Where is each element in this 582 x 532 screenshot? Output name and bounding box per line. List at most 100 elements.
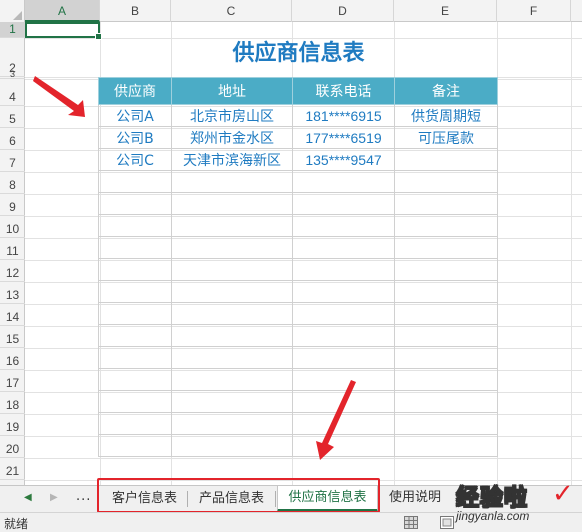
empty-cell[interactable] <box>394 214 498 237</box>
empty-cell[interactable] <box>394 302 498 325</box>
select-all-corner[interactable] <box>0 0 25 22</box>
column-header-f[interactable]: F <box>497 0 571 22</box>
cell-notes[interactable] <box>394 148 498 171</box>
worksheet[interactable]: A B C D E F 1 2 3 4 5 6 7 8 9 10 11 12 1… <box>0 0 582 485</box>
tab-usage-guide[interactable]: 使用说明 <box>389 486 441 512</box>
row-header[interactable]: 20 <box>0 436 25 458</box>
cell-supplier[interactable]: 公司C <box>98 148 172 171</box>
empty-cell[interactable] <box>98 258 172 281</box>
empty-cell[interactable] <box>292 412 395 435</box>
empty-cell[interactable] <box>98 346 172 369</box>
row-header[interactable]: 17 <box>0 370 25 392</box>
row-header[interactable]: 11 <box>0 238 25 260</box>
empty-cell[interactable] <box>171 412 293 435</box>
empty-cell[interactable] <box>292 434 395 457</box>
row-header[interactable]: 7 <box>0 150 25 172</box>
header-cell-notes[interactable]: 备注 <box>394 77 498 105</box>
empty-cell[interactable] <box>171 302 293 325</box>
empty-cell[interactable] <box>98 214 172 237</box>
empty-cell[interactable] <box>292 192 395 215</box>
cell-notes[interactable]: 供货周期短 <box>394 104 498 127</box>
empty-cell[interactable] <box>171 192 293 215</box>
more-sheets-button[interactable]: ... <box>76 489 91 504</box>
cell-phone[interactable]: 177****6519 <box>292 126 395 149</box>
empty-cell[interactable] <box>394 236 498 259</box>
empty-cell[interactable] <box>292 346 395 369</box>
empty-cell[interactable] <box>292 368 395 391</box>
empty-cell[interactable] <box>394 258 498 281</box>
empty-cell[interactable] <box>171 170 293 193</box>
row-header[interactable]: 6 <box>0 128 25 150</box>
empty-cell[interactable] <box>292 324 395 347</box>
column-header-e[interactable]: E <box>394 0 497 22</box>
empty-cell[interactable] <box>394 324 498 347</box>
row-header[interactable]: 1 <box>0 22 25 38</box>
active-cell-a1[interactable] <box>25 22 102 40</box>
empty-cell[interactable] <box>292 236 395 259</box>
empty-cell[interactable] <box>394 346 498 369</box>
empty-cell[interactable] <box>171 368 293 391</box>
cell-supplier[interactable]: 公司A <box>98 104 172 127</box>
empty-cell[interactable] <box>98 236 172 259</box>
normal-view-icon[interactable] <box>404 516 418 529</box>
empty-cell[interactable] <box>292 280 395 303</box>
empty-cell[interactable] <box>292 390 395 413</box>
empty-cell[interactable] <box>98 434 172 457</box>
empty-cell[interactable] <box>98 192 172 215</box>
cell-address[interactable]: 郑州市金水区 <box>171 126 293 149</box>
row-header[interactable]: 8 <box>0 172 25 194</box>
header-cell-address[interactable]: 地址 <box>171 77 293 105</box>
empty-cell[interactable] <box>171 390 293 413</box>
row-header[interactable]: 19 <box>0 414 25 436</box>
cell-phone[interactable]: 135****9547 <box>292 148 395 171</box>
cell-notes[interactable]: 可压尾款 <box>394 126 498 149</box>
empty-cell[interactable] <box>292 170 395 193</box>
row-header[interactable]: 5 <box>0 106 25 128</box>
triangle-right-icon[interactable]: ▶ <box>50 492 58 503</box>
row-header[interactable]: 9 <box>0 194 25 216</box>
empty-cell[interactable] <box>171 280 293 303</box>
row-header[interactable]: 15 <box>0 326 25 348</box>
triangle-left-icon[interactable]: ◀ <box>24 492 32 503</box>
column-header-a[interactable]: A <box>25 0 100 22</box>
column-header-c[interactable]: C <box>171 0 292 22</box>
empty-cell[interactable] <box>98 368 172 391</box>
empty-cell[interactable] <box>394 192 498 215</box>
row-header[interactable]: 21 <box>0 458 25 480</box>
column-header-b[interactable]: B <box>100 0 171 22</box>
cell-supplier[interactable]: 公司B <box>98 126 172 149</box>
header-cell-supplier[interactable]: 供应商 <box>98 77 172 105</box>
empty-cell[interactable] <box>292 302 395 325</box>
row-header[interactable]: 12 <box>0 260 25 282</box>
cell-phone[interactable]: 181****6915 <box>292 104 395 127</box>
empty-cell[interactable] <box>171 214 293 237</box>
row-header[interactable]: 18 <box>0 392 25 414</box>
empty-cell[interactable] <box>171 258 293 281</box>
row-header[interactable]: 13 <box>0 282 25 304</box>
row-header[interactable]: 16 <box>0 348 25 370</box>
empty-cell[interactable] <box>98 302 172 325</box>
row-header[interactable]: 14 <box>0 304 25 326</box>
row-header[interactable]: 10 <box>0 216 25 238</box>
empty-cell[interactable] <box>171 346 293 369</box>
empty-cell[interactable] <box>394 368 498 391</box>
empty-cell[interactable] <box>98 390 172 413</box>
empty-cell[interactable] <box>292 214 395 237</box>
column-header-d[interactable]: D <box>292 0 394 22</box>
cell-address[interactable]: 北京市房山区 <box>171 104 293 127</box>
empty-cell[interactable] <box>98 324 172 347</box>
empty-cell[interactable] <box>394 412 498 435</box>
cell-address[interactable]: 天津市滨海新区 <box>171 148 293 171</box>
empty-cell[interactable] <box>171 324 293 347</box>
empty-cell[interactable] <box>292 258 395 281</box>
empty-cell[interactable] <box>98 170 172 193</box>
empty-cell[interactable] <box>394 170 498 193</box>
empty-cell[interactable] <box>98 280 172 303</box>
empty-cell[interactable] <box>171 434 293 457</box>
empty-cell[interactable] <box>394 434 498 457</box>
row-header[interactable]: 4 <box>0 79 25 106</box>
empty-cell[interactable] <box>98 412 172 435</box>
empty-cell[interactable] <box>394 280 498 303</box>
header-cell-phone[interactable]: 联系电话 <box>292 77 395 105</box>
empty-cell[interactable] <box>171 236 293 259</box>
